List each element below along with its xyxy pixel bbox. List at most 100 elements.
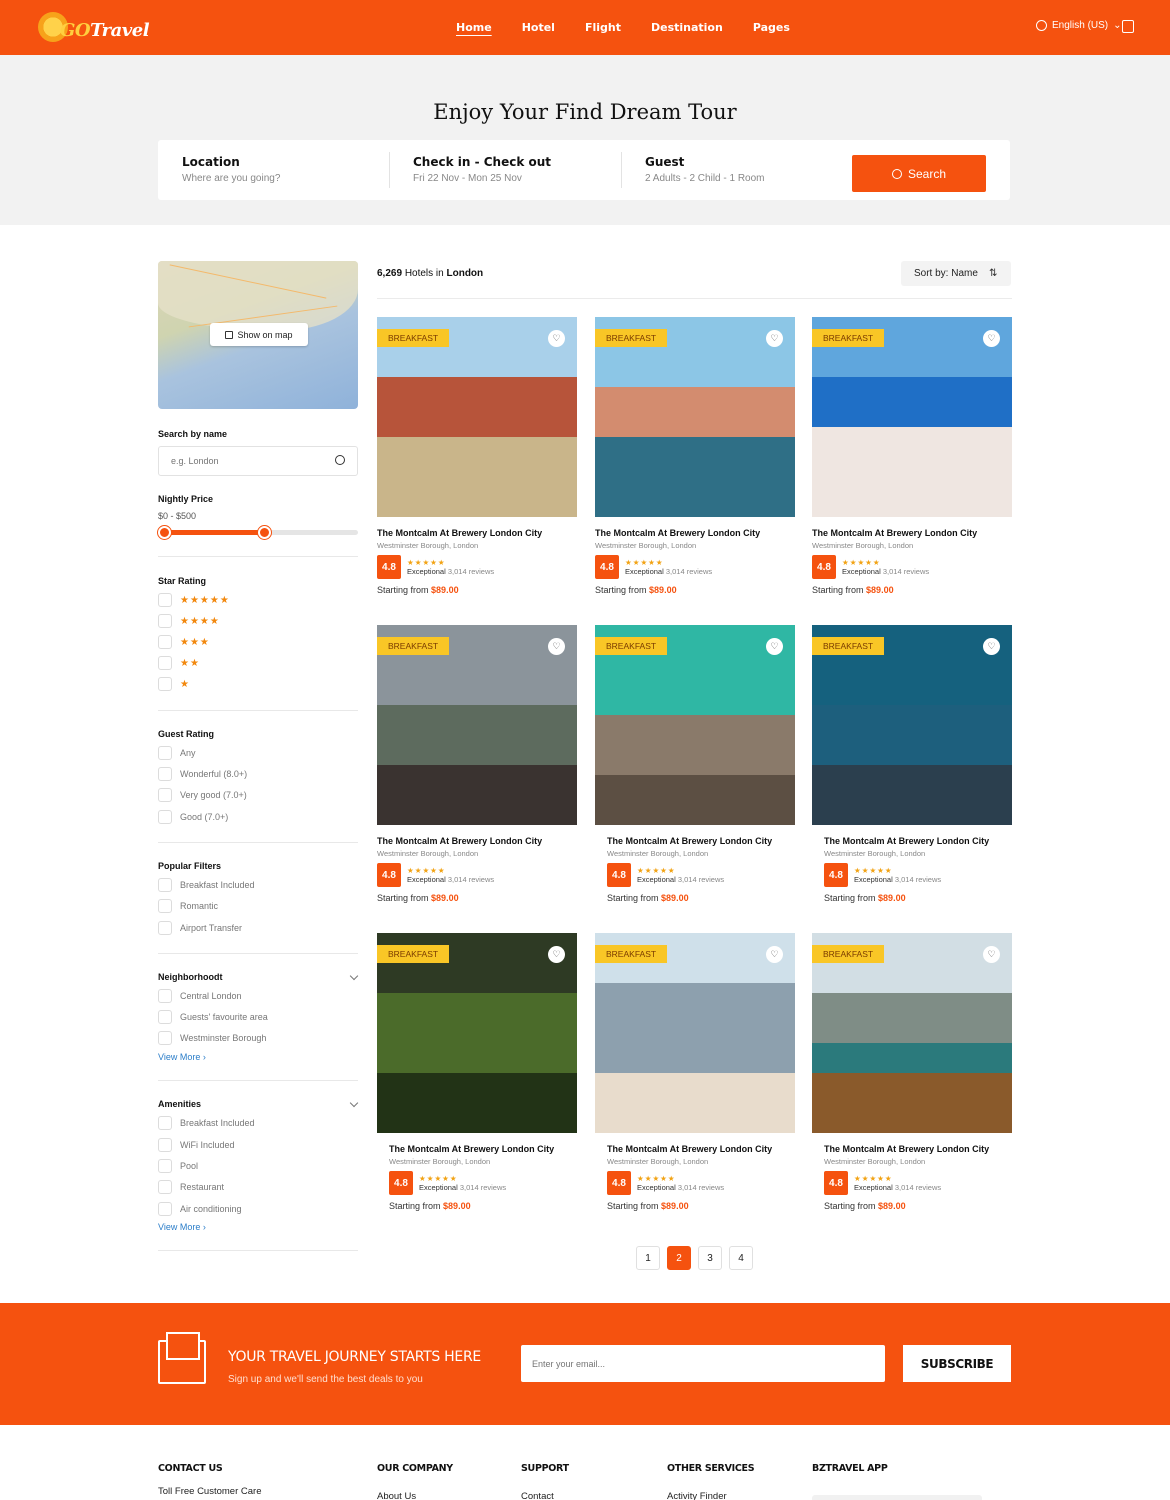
hotel-title[interactable]: The Montcalm At Brewery London City	[607, 836, 795, 846]
heart-icon[interactable]: ♡	[983, 946, 1000, 963]
heart-icon[interactable]: ♡	[548, 638, 565, 655]
popular-filter-option[interactable]: Airport Transfer	[158, 921, 242, 935]
search-icon[interactable]	[335, 455, 345, 465]
hotel-title[interactable]: The Montcalm At Brewery London City	[389, 1144, 577, 1154]
heart-icon[interactable]: ♡	[983, 638, 1000, 655]
checkbox[interactable]	[158, 746, 172, 760]
heart-icon[interactable]: ♡	[766, 330, 783, 347]
amenity-option[interactable]: Breakfast Included	[158, 1116, 255, 1130]
heart-icon[interactable]: ♡	[766, 638, 783, 655]
amenity-option[interactable]: WiFi Included	[158, 1138, 235, 1152]
page-3[interactable]: 3	[698, 1246, 722, 1270]
search-button[interactable]: Search	[852, 155, 986, 192]
checkbox[interactable]	[158, 1180, 172, 1194]
hotel-title[interactable]: The Montcalm At Brewery London City	[377, 836, 577, 846]
neighborhood-view-more-link[interactable]: View More ›	[158, 1052, 206, 1062]
hotel-image[interactable]: BREAKFAST ♡	[377, 317, 577, 517]
hotel-image[interactable]: BREAKFAST ♡	[812, 317, 1012, 517]
heart-icon[interactable]: ♡	[766, 946, 783, 963]
checkbox[interactable]	[158, 788, 172, 802]
checkbox[interactable]	[158, 656, 172, 670]
star-filter-1[interactable]: ★	[158, 677, 190, 691]
language-selector[interactable]: English (US) ⌄	[1036, 20, 1122, 31]
hotel-card[interactable]: BREAKFAST ♡ The Montcalm At Brewery London…	[812, 933, 1012, 1211]
checkbox[interactable]	[158, 810, 172, 824]
heart-icon[interactable]: ♡	[548, 946, 565, 963]
hotel-image[interactable]: BREAKFAST ♡	[595, 317, 795, 517]
hotel-card[interactable]: BREAKFAST ♡ The Montcalm At Brewery London…	[812, 317, 1012, 595]
map-preview[interactable]: Show on map	[158, 261, 358, 409]
hotel-card[interactable]: BREAKFAST ♡ The Montcalm At Brewery London…	[377, 625, 577, 903]
neighborhood-option[interactable]: Westminster Borough	[158, 1031, 266, 1045]
checkbox[interactable]	[158, 1010, 172, 1024]
hotel-image[interactable]: BREAKFAST ♡	[812, 625, 1012, 825]
app-store-badge[interactable]	[812, 1495, 982, 1500]
hotel-image[interactable]: BREAKFAST ♡	[377, 933, 577, 1133]
checkbox[interactable]	[158, 677, 172, 691]
neighborhood-option[interactable]: Guests' favourite area	[158, 1010, 268, 1024]
guest-field[interactable]: Guest 2 Adults - 2 Child - 1 Room	[645, 155, 765, 184]
subscribe-button[interactable]: SUBSCRIBE	[903, 1345, 1011, 1382]
heart-icon[interactable]: ♡	[983, 330, 1000, 347]
amenity-option[interactable]: Air conditioning	[158, 1202, 242, 1216]
chevron-down-icon[interactable]	[349, 1098, 359, 1108]
nav-hotel[interactable]: Hotel	[522, 0, 555, 55]
show-on-map-button[interactable]: Show on map	[210, 323, 308, 346]
hotel-image[interactable]: BREAKFAST ♡	[377, 625, 577, 825]
nav-flight[interactable]: Flight	[585, 0, 621, 55]
checkbox[interactable]	[158, 1116, 172, 1130]
amenities-heading[interactable]: Amenities	[158, 1099, 201, 1109]
newsletter-email-input[interactable]	[521, 1345, 885, 1382]
logo[interactable]: GOTravel	[36, 8, 156, 48]
checkbox[interactable]	[158, 878, 172, 892]
price-slider-min-handle[interactable]	[158, 526, 171, 539]
checkbox[interactable]	[158, 921, 172, 935]
amenity-option[interactable]: Restaurant	[158, 1180, 224, 1194]
checkbox[interactable]	[158, 767, 172, 781]
location-field[interactable]: Location Where are you going?	[182, 155, 280, 184]
heart-icon[interactable]: ♡	[548, 330, 565, 347]
checkbox[interactable]	[158, 1031, 172, 1045]
checkbox[interactable]	[158, 614, 172, 628]
sort-dropdown[interactable]: Sort by: Name ⇅	[901, 261, 1011, 286]
hotel-title[interactable]: The Montcalm At Brewery London City	[812, 528, 1012, 538]
nav-home[interactable]: Home	[456, 0, 492, 55]
checkbox[interactable]	[158, 989, 172, 1003]
hotel-card[interactable]: BREAKFAST ♡ The Montcalm At Brewery London…	[595, 625, 795, 903]
amenities-view-more-link[interactable]: View More ›	[158, 1222, 206, 1232]
guest-rating-option[interactable]: Very good (7.0+)	[158, 788, 247, 802]
guest-rating-option[interactable]: Wonderful (8.0+)	[158, 767, 247, 781]
guest-rating-option[interactable]: Any	[158, 746, 196, 760]
neighborhood-option[interactable]: Central London	[158, 989, 242, 1003]
footer-link[interactable]: Toll Free Customer Care	[158, 1486, 261, 1497]
nav-pages[interactable]: Pages	[753, 0, 790, 55]
checkbox[interactable]	[158, 635, 172, 649]
hotel-image[interactable]: BREAKFAST ♡	[812, 933, 1012, 1133]
page-2[interactable]: 2	[667, 1246, 691, 1270]
price-slider-max-handle[interactable]	[258, 526, 271, 539]
nav-destination[interactable]: Destination	[651, 0, 723, 55]
hotel-card[interactable]: BREAKFAST ♡ The Montcalm At Brewery London…	[812, 625, 1012, 903]
hotel-title[interactable]: The Montcalm At Brewery London City	[824, 836, 1012, 846]
hotel-card[interactable]: BREAKFAST ♡ The Montcalm At Brewery London…	[595, 933, 795, 1211]
amenity-option[interactable]: Pool	[158, 1159, 198, 1173]
hotel-image[interactable]: BREAKFAST ♡	[595, 933, 795, 1133]
checkbox[interactable]	[158, 1159, 172, 1173]
hotel-title[interactable]: The Montcalm At Brewery London City	[607, 1144, 795, 1154]
hotel-card[interactable]: BREAKFAST ♡ The Montcalm At Brewery London…	[377, 933, 577, 1211]
hotel-name-input[interactable]	[158, 446, 358, 476]
checkbox[interactable]	[158, 899, 172, 913]
hotel-title[interactable]: The Montcalm At Brewery London City	[824, 1144, 1012, 1154]
dates-field[interactable]: Check in - Check out Fri 22 Nov - Mon 25…	[413, 155, 551, 184]
neighborhood-heading[interactable]: Neighborhoodt	[158, 972, 223, 982]
hotel-card[interactable]: BREAKFAST ♡ The Montcalm At Brewery London…	[595, 317, 795, 595]
hotel-title[interactable]: The Montcalm At Brewery London City	[595, 528, 795, 538]
page-4[interactable]: 4	[729, 1246, 753, 1270]
popular-filter-option[interactable]: Breakfast Included	[158, 878, 255, 892]
footer-link[interactable]: Activity Finder	[667, 1491, 727, 1500]
footer-link[interactable]: About Us	[377, 1491, 416, 1500]
cart-icon[interactable]	[1122, 20, 1134, 33]
chevron-down-icon[interactable]	[349, 971, 359, 981]
star-filter-3[interactable]: ★★★	[158, 635, 210, 649]
star-filter-2[interactable]: ★★	[158, 656, 200, 670]
